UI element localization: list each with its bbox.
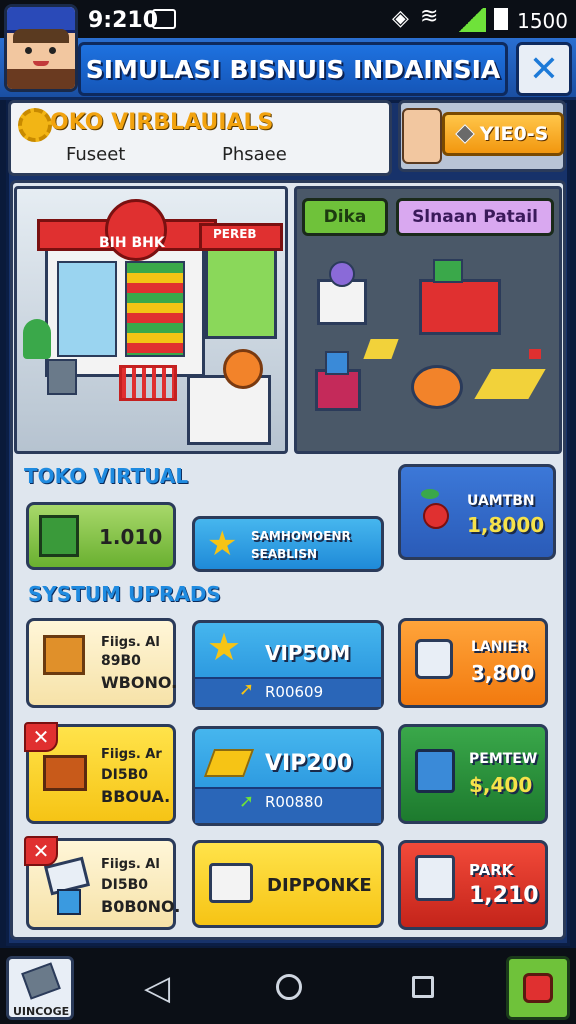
upgrade-mid-3-top: DIPPONKE (267, 875, 372, 896)
store-sign-2: PEREB (213, 227, 257, 241)
gear-icon (18, 108, 52, 142)
close-badge-icon[interactable]: ✕ (24, 836, 58, 866)
upgrade-mid-1-top: VIP50M (265, 641, 351, 665)
status-battery: 1500 (517, 9, 568, 33)
shop-subtitle-right: Phsaee (222, 144, 287, 165)
page-title: SIMULASI BISNUIS INDAINSIA (78, 42, 508, 96)
bag-icon (523, 973, 553, 1003)
toko-tile-3-label: UAMTBN (467, 493, 535, 509)
store-sign: BIH BHK (99, 235, 165, 251)
upgrade-mid-2-top: VIP200 (265, 751, 353, 776)
box-icon (39, 515, 79, 557)
upgrade-left-3-l3: B0B0NO. (101, 897, 181, 916)
gold-bars-icon (203, 749, 255, 777)
wagon-icon (43, 755, 87, 791)
scene-button-dika[interactable]: Dika (302, 198, 388, 236)
toko-tile-2-line1: SAMHOMOENR (251, 529, 351, 543)
back-icon[interactable]: ◁ (144, 968, 170, 1008)
shop-bag-button[interactable] (506, 956, 570, 1020)
upgrade-mid-1-bottom: R00609 (265, 683, 324, 701)
upgrade-right-3-value: 1,210 (469, 883, 539, 908)
status-time: 9:210 (88, 8, 159, 33)
shop-title: OKO VIRBLAUIALS (50, 110, 274, 135)
crate-icon (43, 635, 85, 675)
upgrade-left-2-l3: BBOUA. (101, 787, 171, 806)
avatar[interactable] (4, 4, 78, 92)
upgrade-right-2-value: $,400 (469, 773, 533, 797)
arrow-icon (363, 339, 399, 359)
arrow-up-icon: ➚ (239, 791, 255, 812)
store-scene[interactable]: BIH BHK PEREB (14, 186, 288, 454)
coin-balance-button[interactable]: YIE0-S (442, 112, 564, 156)
upgrade-left-1-l2: 89B0 (101, 653, 141, 669)
image-icon (152, 9, 176, 29)
upgrade-left-2-l1: Fiigs. Ar (101, 747, 162, 762)
cherry-icon (423, 503, 449, 529)
star-icon: ★ (207, 625, 242, 669)
upgrade-mid-2[interactable]: VIP200 ➚ R00880 (192, 726, 384, 826)
wifi-icon: ≋ (420, 4, 439, 29)
upgrade-right-1[interactable]: LANIER 3,800 (398, 618, 548, 708)
upgrade-left-1-l1: Fiigs. Al (101, 635, 160, 650)
toko-tile-1-value: 1.010 (99, 525, 163, 549)
server-icon (415, 855, 455, 901)
vibrate-icon: ◈ (392, 6, 409, 31)
upgrade-mid-3[interactable]: DIPPONKE (192, 840, 384, 928)
upgrade-mid-1[interactable]: ★ VIP50M ➚ R00609 (192, 620, 384, 710)
signal-icon (456, 8, 486, 32)
section-title-upgrades: SYSTUM UPRADS (28, 582, 221, 606)
upgrade-right-2[interactable]: PEMTEW $,400 (398, 724, 548, 824)
gem-icon (454, 124, 475, 144)
battery-icon (494, 8, 508, 30)
upgrade-right-3[interactable]: PARK 1,210 (398, 840, 548, 930)
kiosk-icon (187, 375, 271, 445)
mini-avatar (402, 108, 442, 164)
document-stack-icon (209, 863, 253, 903)
toko-tile-3[interactable]: UAMTBN 1,8000 (398, 464, 556, 560)
upgrade-left-1[interactable]: Fiigs. Al 89B0 WBONO. (26, 618, 178, 708)
toko-tile-3-value: 1,8000 (467, 513, 545, 537)
close-badge-icon[interactable]: ✕ (24, 722, 58, 752)
register-icon (315, 369, 361, 411)
upgrade-right-3-label: PARK (469, 861, 514, 879)
upgrade-left-1-l3: WBONO. (101, 673, 178, 692)
scene-button-patail[interactable]: Slnaan Patail (396, 198, 554, 236)
plant-icon (23, 319, 51, 359)
appliance-icon (415, 639, 453, 679)
upgrade-left-2-l2: DI5B0 (101, 767, 148, 783)
upgrade-right-1-label: LANIER (471, 639, 529, 655)
toko-tile-2-line2: SEABLISN (251, 547, 318, 561)
star-icon: ★ (207, 524, 238, 564)
toko-tile-1[interactable]: 1.010 (26, 502, 176, 570)
upgrade-mid-2-bottom: R00880 (265, 793, 324, 811)
tag-icon (21, 962, 61, 1000)
desk-icon (419, 279, 501, 335)
recents-icon[interactable] (412, 976, 434, 998)
status-bar: 9:210 ◈ ≋ 1500 (0, 0, 576, 38)
cart-orange-icon (411, 365, 463, 409)
upgrade-left-3-l1: Fiigs. Al (101, 857, 160, 872)
toko-tile-2[interactable]: ★ SAMHOMOENR SEABLISN (192, 516, 384, 572)
arrow-up-icon: ➚ (239, 679, 255, 700)
cart-icon (119, 365, 177, 401)
shop-subtitle-left: Fuseet (66, 144, 126, 165)
section-title-toko: TOKO VIRTUAL (24, 464, 189, 488)
coin-value: YIE0-S (479, 123, 549, 145)
machine-icon (415, 749, 455, 793)
upgrade-right-1-value: 3,800 (471, 661, 535, 685)
inventory-label: UINCOGE (13, 1005, 70, 1018)
inventory-button[interactable]: UINCOGE (6, 956, 74, 1020)
upgrade-right-2-label: PEMTEW (469, 751, 538, 767)
close-button[interactable]: ✕ (516, 42, 572, 96)
home-icon[interactable] (276, 974, 302, 1000)
upgrade-left-3-l2: DI5B0 (101, 877, 148, 893)
navigation-bar: UINCOGE ◁ (0, 948, 576, 1024)
